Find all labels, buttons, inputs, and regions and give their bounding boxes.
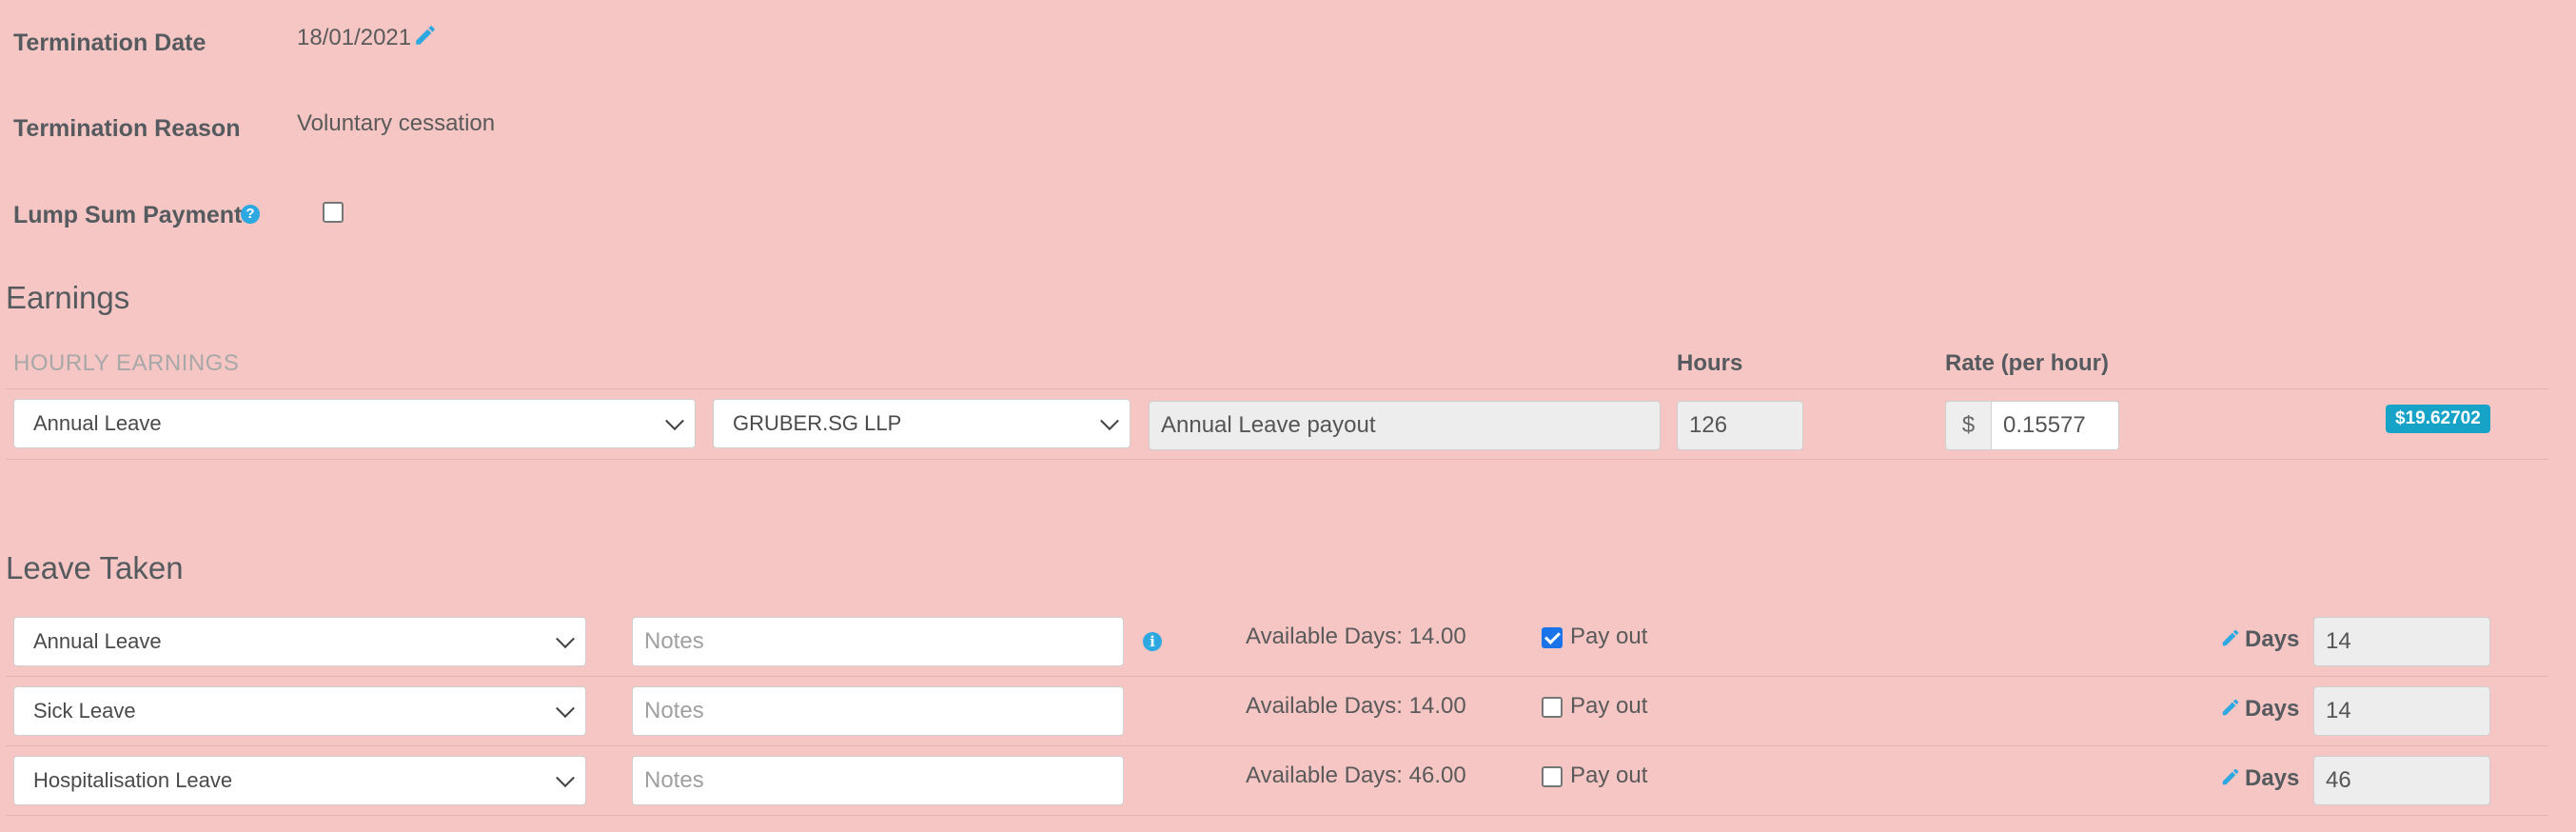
lump-sum-label: Lump Sum Payments <box>13 202 256 228</box>
leave-row-divider <box>6 745 2548 746</box>
earnings-title: Earnings <box>6 280 130 315</box>
earnings-row-divider <box>6 459 2548 460</box>
rate-input[interactable]: 0.15577 <box>1991 401 2119 450</box>
available-days: Available Days: 46.00 <box>1246 763 1466 788</box>
edit-days-pencil-icon[interactable] <box>2220 766 2241 787</box>
edit-days-pencil-icon[interactable] <box>2220 697 2241 718</box>
edit-date-pencil-icon[interactable] <box>413 23 438 48</box>
hours-input[interactable]: 126 <box>1677 401 1803 450</box>
earning-total-badge: $19.62702 <box>2386 405 2490 433</box>
termination-date-value: 18/01/2021 <box>297 25 412 50</box>
leave-row-divider <box>6 815 2548 816</box>
termination-reason-label: Termination Reason <box>13 115 241 142</box>
pay-out-label: Pay out <box>1570 624 1648 649</box>
days-input[interactable]: 14 <box>2313 686 2490 736</box>
question-circle-icon[interactable]: ? <box>241 205 260 224</box>
info-circle-icon[interactable]: i <box>1143 632 1162 651</box>
company-value: GRUBER.SG LLP <box>733 411 902 435</box>
earning-description-input[interactable]: Annual Leave payout <box>1149 401 1661 450</box>
chevron-down-icon <box>665 411 684 431</box>
days-input[interactable]: 46 <box>2313 756 2490 805</box>
available-days: Available Days: 14.00 <box>1246 693 1466 719</box>
leave-notes-input[interactable]: Notes <box>632 617 1124 666</box>
days-input[interactable]: 14 <box>2313 617 2490 666</box>
chevron-down-icon <box>556 629 575 649</box>
leave-row-divider <box>6 676 2548 677</box>
pay-out-label: Pay out <box>1570 693 1648 719</box>
days-label: Days <box>2245 696 2300 722</box>
leave-type-select-sick[interactable]: Sick Leave <box>13 686 586 736</box>
chevron-down-icon <box>1100 411 1119 431</box>
hourly-earnings-subheading: HOURLY EARNINGS <box>13 350 240 376</box>
earnings-header-divider <box>6 388 2548 389</box>
available-days: Available Days: 14.00 <box>1246 624 1466 649</box>
pay-out-checkbox[interactable] <box>1542 697 1563 718</box>
edit-days-pencil-icon[interactable] <box>2220 627 2241 648</box>
leave-notes-input[interactable]: Notes <box>632 686 1124 736</box>
leave-type-value: Sick Leave <box>33 699 136 723</box>
pay-out-checkbox[interactable] <box>1542 766 1563 787</box>
days-label: Days <box>2245 765 2300 791</box>
leave-taken-title: Leave Taken <box>6 550 184 585</box>
leave-type-select-annual[interactable]: Annual Leave <box>13 617 586 666</box>
pay-out-label: Pay out <box>1570 763 1648 788</box>
termination-reason-value: Voluntary cessation <box>297 110 496 136</box>
currency-addon: $ <box>1945 401 1992 450</box>
lump-sum-checkbox[interactable] <box>323 202 344 223</box>
pay-out-checkbox[interactable] <box>1542 627 1563 648</box>
earning-type-select[interactable]: Annual Leave <box>13 399 696 448</box>
leave-notes-input[interactable]: Notes <box>632 756 1124 805</box>
chevron-down-icon <box>556 768 575 788</box>
hours-column-header: Hours <box>1677 350 1743 376</box>
leave-type-select-hospitalisation[interactable]: Hospitalisation Leave <box>13 756 586 805</box>
company-select[interactable]: GRUBER.SG LLP <box>713 399 1131 448</box>
chevron-down-icon <box>556 699 575 719</box>
termination-date-label: Termination Date <box>13 30 206 56</box>
earning-type-value: Annual Leave <box>33 411 162 435</box>
leave-type-value: Annual Leave <box>33 629 162 653</box>
leave-type-value: Hospitalisation Leave <box>33 768 233 792</box>
days-label: Days <box>2245 626 2300 652</box>
rate-column-header: Rate (per hour) <box>1945 350 2110 376</box>
